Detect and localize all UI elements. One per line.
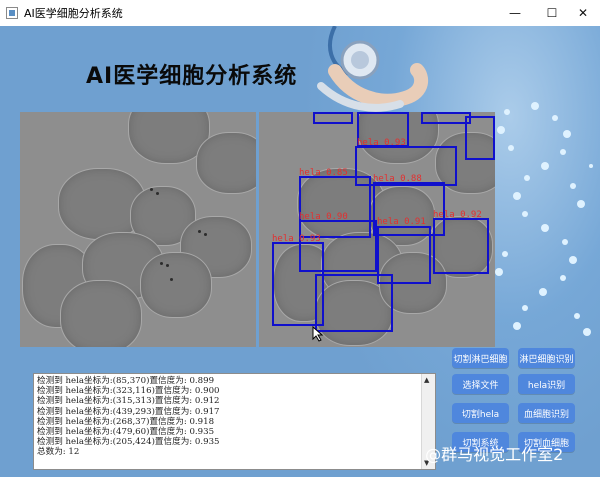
detection-box bbox=[433, 218, 489, 274]
detection-label: hela 0.92 bbox=[433, 210, 482, 220]
detection-image-panel: hela 0.85 hela 0.90 hela 0.91 hela 0.92 … bbox=[259, 112, 495, 347]
detection-label: hela 0.91 bbox=[377, 217, 426, 227]
mouse-cursor-icon bbox=[312, 326, 324, 342]
app-title: AI医学细胞分析系统 bbox=[86, 64, 298, 89]
scroll-up-icon[interactable]: ▲ bbox=[424, 376, 429, 384]
log-line: 检测到 hela坐标为:(315,313)置信度为: 0.912 bbox=[37, 396, 220, 407]
cell-image bbox=[140, 252, 212, 318]
log-line: 检测到 hela坐标为:(85,370)置信度为: 0.899 bbox=[37, 376, 215, 386]
detection-log[interactable]: 检测到 hela坐标为:(85,370)置信度为: 0.899 检测到 hela… bbox=[33, 373, 436, 470]
cell-image bbox=[196, 132, 256, 194]
detection-box bbox=[465, 116, 495, 160]
cut-lymph-button[interactable]: 切割淋巴细胞 bbox=[452, 348, 509, 368]
log-line: 检测到 hela坐标为:(323,116)置信度为: 0.900 bbox=[37, 386, 220, 397]
cut-hela-button[interactable]: 切割hela bbox=[452, 403, 509, 423]
cell-image bbox=[60, 280, 142, 347]
detection-label: hela 0.93 bbox=[272, 234, 321, 244]
dna-helix-icon bbox=[483, 102, 593, 336]
blood-detect-button[interactable]: 血细胞识别 bbox=[518, 403, 575, 423]
log-line: 检测到 hela坐标为:(479,60)置信度为: 0.935 bbox=[37, 427, 215, 438]
detection-box bbox=[315, 274, 393, 332]
log-line: 检测到 hela坐标为:(205,424)置信度为: 0.935 bbox=[37, 437, 220, 448]
maximize-button[interactable]: ☐ bbox=[535, 0, 569, 26]
watermark-text: 知乎 @群马视觉工作室2 bbox=[388, 445, 564, 464]
select-file-button[interactable]: 选择文件 bbox=[452, 374, 509, 394]
hela-detect-button[interactable]: hela识别 bbox=[518, 374, 575, 394]
detection-box bbox=[313, 112, 353, 124]
main-window: AI医学细胞分析系统 hela 0.85 hela 0.90 hela 0.91… bbox=[0, 26, 600, 477]
detection-label: hela 0.90 bbox=[299, 212, 348, 222]
stethoscope-icon bbox=[317, 26, 429, 112]
log-lines: 检测到 hela坐标为:(85,370)置信度为: 0.899 检测到 hela… bbox=[37, 376, 220, 458]
original-image-panel bbox=[20, 112, 256, 347]
detection-label: hela 0.85 bbox=[299, 168, 348, 178]
log-total: 总数为: 12 bbox=[37, 447, 80, 458]
log-line: 检测到 hela坐标为:(439,293)置信度为: 0.917 bbox=[37, 406, 220, 417]
minimize-button[interactable]: — bbox=[498, 0, 532, 26]
close-button[interactable]: ✕ bbox=[566, 0, 600, 26]
detection-box bbox=[421, 112, 471, 124]
detection-label: hela 0.93 bbox=[357, 138, 406, 148]
log-line: 检测到 hela坐标为:(268,37)置信度为: 0.918 bbox=[37, 416, 215, 427]
window-titlebar: AI医学细胞分析系统 — ☐ ✕ bbox=[0, 0, 600, 27]
lymph-detect-button[interactable]: 淋巴细胞识别 bbox=[518, 348, 575, 368]
detection-label: hela 0.88 bbox=[373, 174, 422, 184]
app-icon bbox=[6, 7, 18, 19]
window-title: AI医学细胞分析系统 bbox=[24, 7, 123, 20]
